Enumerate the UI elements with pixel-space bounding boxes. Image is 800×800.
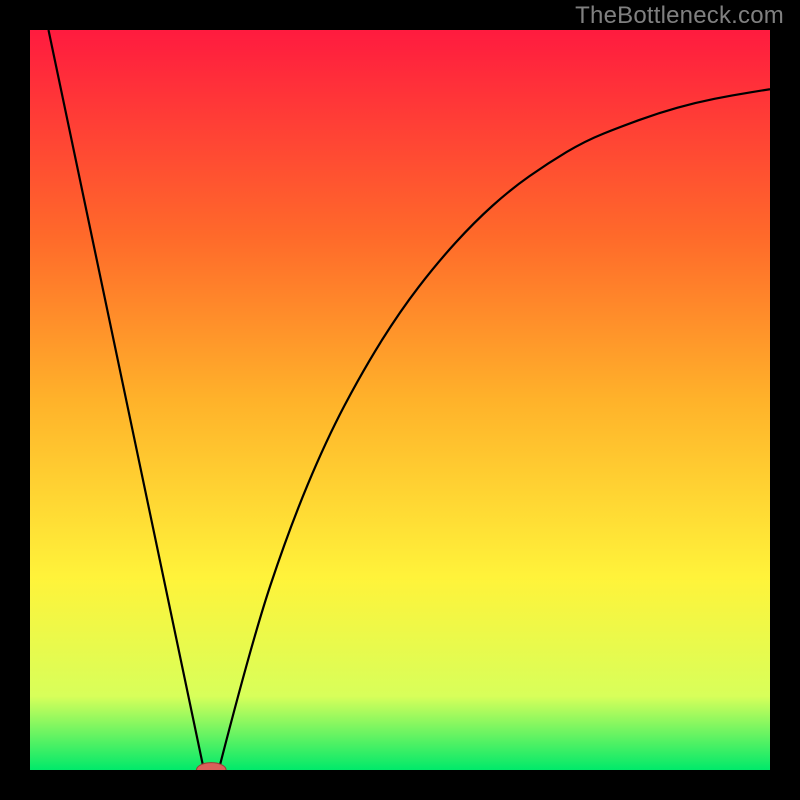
chart-svg [30,30,770,770]
chart-plot-area [30,30,770,770]
watermark-text: TheBottleneck.com [575,2,784,30]
gradient-background [30,30,770,770]
chart-frame: TheBottleneck.com [0,0,800,800]
